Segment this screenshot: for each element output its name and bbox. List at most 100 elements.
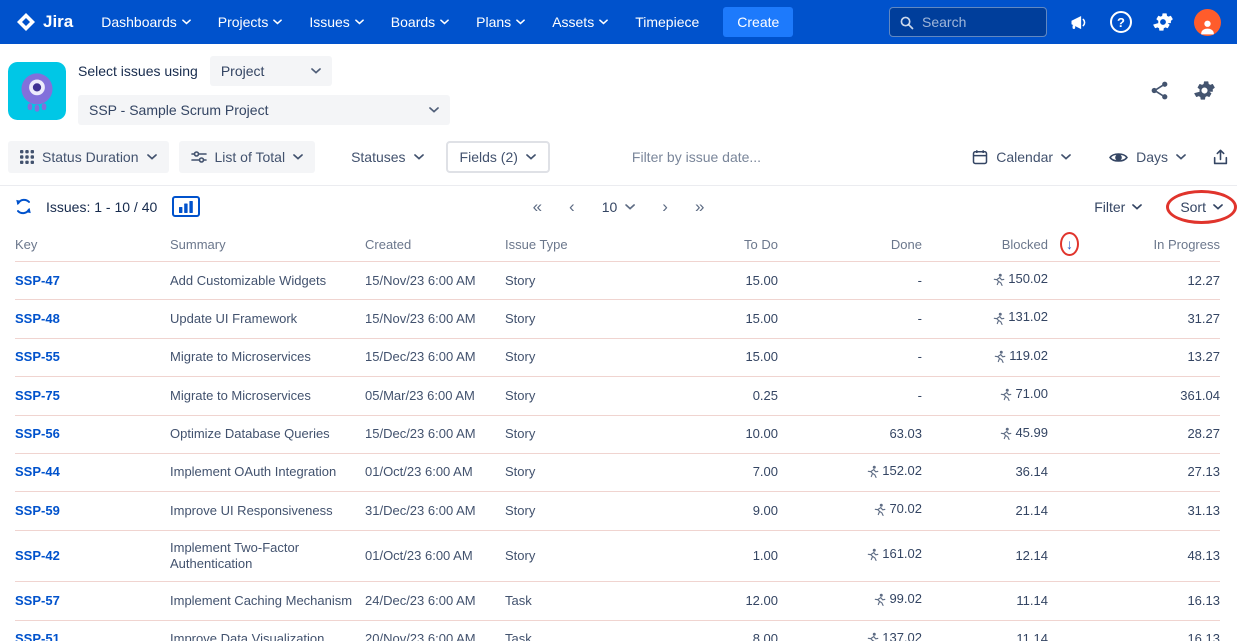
prev-page-button[interactable]: ‹ (569, 198, 575, 215)
cell-blocked: 12.14 (922, 530, 1048, 582)
cell-summary: Implement OAuth Integration (170, 453, 365, 491)
issue-key-link[interactable]: SSP-75 (15, 388, 60, 403)
chart-view-button[interactable] (172, 196, 200, 217)
issue-key-link[interactable]: SSP-48 (15, 311, 60, 326)
cell-summary: Update UI Framework (170, 300, 365, 338)
fields-button[interactable]: Fields (2) (446, 141, 550, 173)
search-input[interactable] (922, 14, 1034, 30)
bar-chart-icon (178, 201, 194, 213)
announcements-icon[interactable] (1068, 12, 1089, 33)
table-row: SSP-57Implement Caching Mechanism24/Dec/… (15, 582, 1220, 620)
nav-item-timepiece[interactable]: Timepiece (635, 14, 699, 30)
nav-item-label: Assets (552, 14, 594, 30)
create-button[interactable]: Create (723, 7, 793, 37)
jira-logo[interactable]: Jira (16, 12, 73, 32)
report-header: Select issues using Project SSP - Sample… (0, 44, 1237, 135)
jira-mark-icon (16, 12, 36, 32)
issue-key-link[interactable]: SSP-59 (15, 503, 60, 518)
cell-issue-type: Story (505, 377, 635, 415)
column-header-issue-type[interactable]: Issue Type (505, 227, 635, 262)
cell-key: SSP-48 (15, 300, 170, 338)
cell-issue-type: Story (505, 492, 635, 530)
column-header-key[interactable]: Key (15, 227, 170, 262)
cell-summary: Migrate to Microservices (170, 377, 365, 415)
list-type-button[interactable]: List of Total (179, 141, 316, 173)
column-header-blocked[interactable]: Blocked ↓ (922, 227, 1048, 262)
user-avatar[interactable] (1194, 9, 1221, 36)
report-type-button[interactable]: Status Duration (8, 141, 169, 173)
cell-issue-type: Story (505, 338, 635, 376)
chevron-down-icon (599, 19, 608, 25)
chevron-down-icon (526, 154, 536, 160)
time-unit-button[interactable]: Days (1097, 141, 1198, 173)
nav-menu: Dashboards Projects Issues Boards Plans Asset… (101, 14, 699, 30)
help-icon[interactable]: ? (1110, 11, 1132, 33)
project-select-value: SSP - Sample Scrum Project (89, 102, 268, 118)
fields-label: Fields (2) (460, 149, 518, 165)
page-size-value: 10 (602, 199, 618, 215)
cell-done: 152.02 (778, 453, 922, 491)
next-page-button[interactable]: › (662, 198, 668, 215)
cell-done: 70.02 (778, 492, 922, 530)
cell-created: 01/Oct/23 6:00 AM (365, 530, 505, 582)
blocked-header-label: Blocked (1002, 237, 1048, 252)
cell-done: 63.03 (778, 415, 922, 453)
nav-item-label: Projects (218, 14, 269, 30)
chevron-down-icon (147, 154, 157, 160)
report-settings-gear-icon[interactable] (1194, 80, 1215, 101)
cell-blocked: 131.02 (922, 300, 1048, 338)
cell-key: SSP-47 (15, 262, 170, 300)
nav-item-assets[interactable]: Assets (552, 14, 608, 30)
last-page-button[interactable]: » (695, 198, 704, 215)
issue-key-link[interactable]: SSP-42 (15, 548, 60, 563)
navbar-right: ? (889, 7, 1221, 37)
nav-item-label: Boards (391, 14, 435, 30)
cell-blocked: 11.14 (922, 620, 1048, 641)
sort-label: Sort (1180, 199, 1206, 215)
refresh-icon[interactable] (14, 197, 33, 216)
nav-item-boards[interactable]: Boards (391, 14, 449, 30)
column-header-summary[interactable]: Summary (170, 227, 365, 262)
nav-item-dashboards[interactable]: Dashboards (101, 14, 191, 30)
sort-button[interactable]: Sort (1180, 199, 1223, 215)
cell-done: - (778, 300, 922, 338)
nav-item-label: Dashboards (101, 14, 177, 30)
column-header-todo[interactable]: To Do (635, 227, 778, 262)
column-header-done[interactable]: Done (778, 227, 922, 262)
issue-key-link[interactable]: SSP-57 (15, 593, 60, 608)
filter-button[interactable]: Filter (1094, 199, 1142, 215)
cell-blocked: 21.14 (922, 492, 1048, 530)
cell-todo: 15.00 (635, 338, 778, 376)
column-header-created[interactable]: Created (365, 227, 505, 262)
settings-gear-icon[interactable] (1153, 12, 1173, 32)
cell-created: 15/Nov/23 6:00 AM (365, 262, 505, 300)
cell-summary: Improve UI Responsiveness (170, 492, 365, 530)
cell-key: SSP-44 (15, 453, 170, 491)
global-search[interactable] (889, 7, 1047, 37)
issue-key-link[interactable]: SSP-55 (15, 349, 60, 364)
statuses-button[interactable]: Statuses (339, 141, 435, 173)
issue-date-filter-input[interactable] (632, 149, 802, 165)
issue-key-link[interactable]: SSP-47 (15, 273, 60, 288)
first-page-button[interactable]: « (533, 198, 542, 215)
issue-key-link[interactable]: SSP-51 (15, 631, 60, 641)
cell-summary: Implement Caching Mechanism (170, 582, 365, 620)
issue-key-link[interactable]: SSP-56 (15, 426, 60, 441)
sort-direction-arrow-icon[interactable]: ↓ (1066, 236, 1073, 252)
table-row: SSP-42Implement Two-Factor Authenticatio… (15, 530, 1220, 582)
cell-in-progress: 27.13 (1048, 453, 1220, 491)
nav-item-issues[interactable]: Issues (309, 14, 363, 30)
nav-item-projects[interactable]: Projects (218, 14, 283, 30)
chevron-down-icon (1132, 204, 1142, 210)
issue-key-link[interactable]: SSP-44 (15, 464, 60, 479)
cell-todo: 7.00 (635, 453, 778, 491)
page-size-select[interactable]: 10 (602, 199, 636, 215)
project-select[interactable]: SSP - Sample Scrum Project (78, 95, 450, 125)
issue-source-select[interactable]: Project (210, 56, 332, 86)
list-type-label: List of Total (215, 149, 286, 165)
export-icon[interactable] (1212, 149, 1229, 166)
share-icon[interactable] (1149, 80, 1170, 101)
nav-item-plans[interactable]: Plans (476, 14, 525, 30)
column-header-in-progress[interactable]: In Progress (1048, 227, 1220, 262)
calendar-button[interactable]: Calendar (960, 141, 1083, 173)
